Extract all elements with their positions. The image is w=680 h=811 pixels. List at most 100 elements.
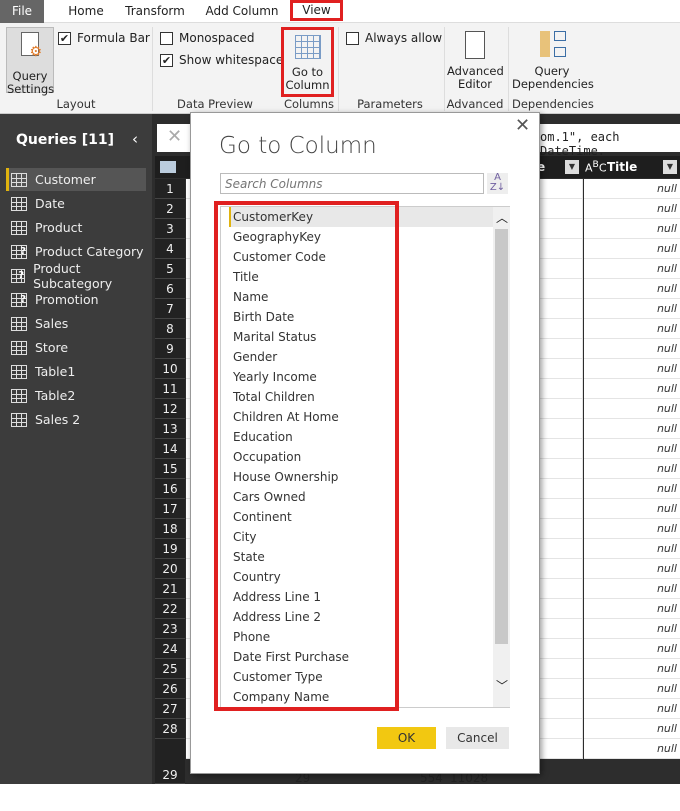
scrollbar[interactable]: ︿ ﹀ — [493, 207, 510, 707]
tab-transform[interactable]: Transform — [122, 0, 188, 23]
ribbon-tabs: File Home Transform Add Column View — [0, 0, 680, 23]
formula-text[interactable]: om.1", each DateTime. — [540, 130, 680, 158]
grid-cell[interactable]: null — [584, 279, 680, 299]
query-item[interactable]: Sales 2 — [6, 408, 146, 431]
table-icon — [11, 220, 27, 235]
grid-cell[interactable]: null — [584, 399, 680, 419]
query-item[interactable]: Sales — [6, 312, 146, 335]
query-label: Store — [35, 340, 69, 355]
scroll-down-icon[interactable]: ﹀ — [496, 677, 508, 694]
table-question-icon: ? — [11, 292, 27, 307]
cancel-formula-icon[interactable]: ✕ — [167, 126, 182, 147]
filter-dropdown-icon[interactable]: ▼ — [565, 160, 579, 174]
grid-cell[interactable]: null — [584, 479, 680, 499]
row-number: 13 — [155, 419, 185, 439]
scroll-up-icon[interactable]: ︿ — [496, 209, 508, 226]
query-item[interactable]: Customer — [6, 168, 146, 191]
query-dependencies-button[interactable]: Query Dependencies — [512, 31, 594, 91]
query-label: Date — [35, 196, 65, 211]
row-number: 15 — [155, 459, 185, 479]
table-question-icon: ? — [11, 268, 26, 283]
always-allow-checkbox[interactable]: Always allow — [346, 31, 442, 45]
grid-cell[interactable]: null — [584, 319, 680, 339]
row-number: 14 — [155, 439, 185, 459]
grid-cell[interactable]: null — [584, 659, 680, 679]
query-item[interactable]: Date — [6, 192, 146, 215]
tab-file[interactable]: File — [0, 0, 44, 23]
grid-cell[interactable]: null — [584, 239, 680, 259]
queries-pane: Queries [11] ‹ Customer Date Product ? Produ… — [0, 114, 152, 784]
formula-bar-label: Formula Bar — [77, 31, 150, 45]
query-label: Table1 — [35, 364, 76, 379]
table-menu-icon[interactable] — [160, 161, 176, 173]
checkbox-unchecked-icon — [346, 31, 359, 45]
table-icon — [11, 388, 27, 403]
grid-cell[interactable]: null — [584, 619, 680, 639]
grid-cell[interactable]: null — [584, 499, 680, 519]
collapse-chevron-icon[interactable]: ‹ — [132, 130, 138, 148]
dialog-title: Go to Column — [219, 133, 377, 159]
grid-cell[interactable]: null — [584, 179, 680, 199]
column-header-title[interactable]: Title — [607, 160, 637, 174]
divider — [338, 27, 339, 111]
row-number: 16 — [155, 479, 185, 499]
row-number: 1 — [155, 179, 185, 199]
grid-cell[interactable]: null — [584, 299, 680, 319]
row-number: 10 — [155, 359, 185, 379]
grid-cell[interactable]: null — [584, 559, 680, 579]
grid-cell[interactable]: null — [584, 579, 680, 599]
row-number: 12 — [155, 399, 185, 419]
grid-cell[interactable]: null — [584, 599, 680, 619]
grid-cell[interactable]: null — [584, 339, 680, 359]
ribbon: ⚙ Query Settings ✔ Formula Bar Layout Mon… — [0, 23, 680, 114]
query-item[interactable]: Product — [6, 216, 146, 239]
grid-cell[interactable]: null — [584, 699, 680, 719]
table-icon — [11, 364, 27, 379]
query-item[interactable]: ? Product Subcategory — [6, 261, 146, 291]
row-number: 5 — [155, 259, 185, 279]
grid-cell[interactable]: null — [584, 519, 680, 539]
grid-cell[interactable]: null — [584, 359, 680, 379]
grid-cell[interactable]: null — [584, 719, 680, 739]
checkbox-checked-icon: ✔ — [58, 31, 71, 45]
query-item[interactable]: ? Promotion — [6, 288, 146, 311]
advanced-editor-button[interactable]: Advanced Editor — [447, 31, 504, 91]
cancel-button[interactable]: Cancel — [446, 727, 509, 749]
query-label: Table2 — [35, 388, 76, 403]
tab-add-column[interactable]: Add Column — [200, 0, 284, 23]
grid-cell[interactable]: null — [584, 439, 680, 459]
go-to-column-button[interactable]: Go to Column — [281, 27, 334, 97]
tab-home[interactable]: Home — [60, 0, 112, 23]
query-label: Product — [35, 220, 83, 235]
grid-cell[interactable]: null — [584, 219, 680, 239]
tab-view[interactable]: View — [290, 0, 343, 21]
sort-az-icon[interactable]: A Z↓ — [487, 173, 508, 194]
query-item[interactable]: Store — [6, 336, 146, 359]
grid-cell[interactable]: null — [584, 259, 680, 279]
grid-cell[interactable]: null — [584, 459, 680, 479]
row-number: 2 — [155, 199, 185, 219]
query-item[interactable]: Table1 — [6, 360, 146, 383]
filter-dropdown-icon[interactable]: ▼ — [663, 160, 677, 174]
scrollbar-thumb[interactable] — [495, 229, 508, 644]
query-settings-button[interactable]: ⚙ Query Settings — [6, 27, 54, 96]
table-icon — [11, 316, 27, 331]
show-whitespace-checkbox[interactable]: ✔ Show whitespace — [160, 53, 283, 67]
queries-title: Queries [11] — [16, 132, 115, 148]
grid-cell[interactable]: null — [584, 199, 680, 219]
monospaced-checkbox[interactable]: Monospaced — [160, 31, 254, 45]
dependencies-icon — [540, 31, 566, 57]
grid-cell[interactable]: null — [584, 739, 680, 759]
query-item[interactable]: Table2 — [6, 384, 146, 407]
divider — [444, 27, 445, 111]
ok-button[interactable]: OK — [377, 727, 436, 749]
grid-cell[interactable]: null — [584, 679, 680, 699]
close-icon[interactable]: ✕ — [515, 115, 530, 136]
grid-cell[interactable]: null — [584, 379, 680, 399]
search-columns-input[interactable] — [220, 173, 484, 194]
grid-cell[interactable]: null — [584, 419, 680, 439]
formula-bar-checkbox[interactable]: ✔ Formula Bar — [58, 31, 150, 45]
text-type-icon[interactable]: ABC — [585, 159, 607, 175]
grid-cell[interactable]: null — [584, 539, 680, 559]
grid-cell[interactable]: null — [584, 639, 680, 659]
